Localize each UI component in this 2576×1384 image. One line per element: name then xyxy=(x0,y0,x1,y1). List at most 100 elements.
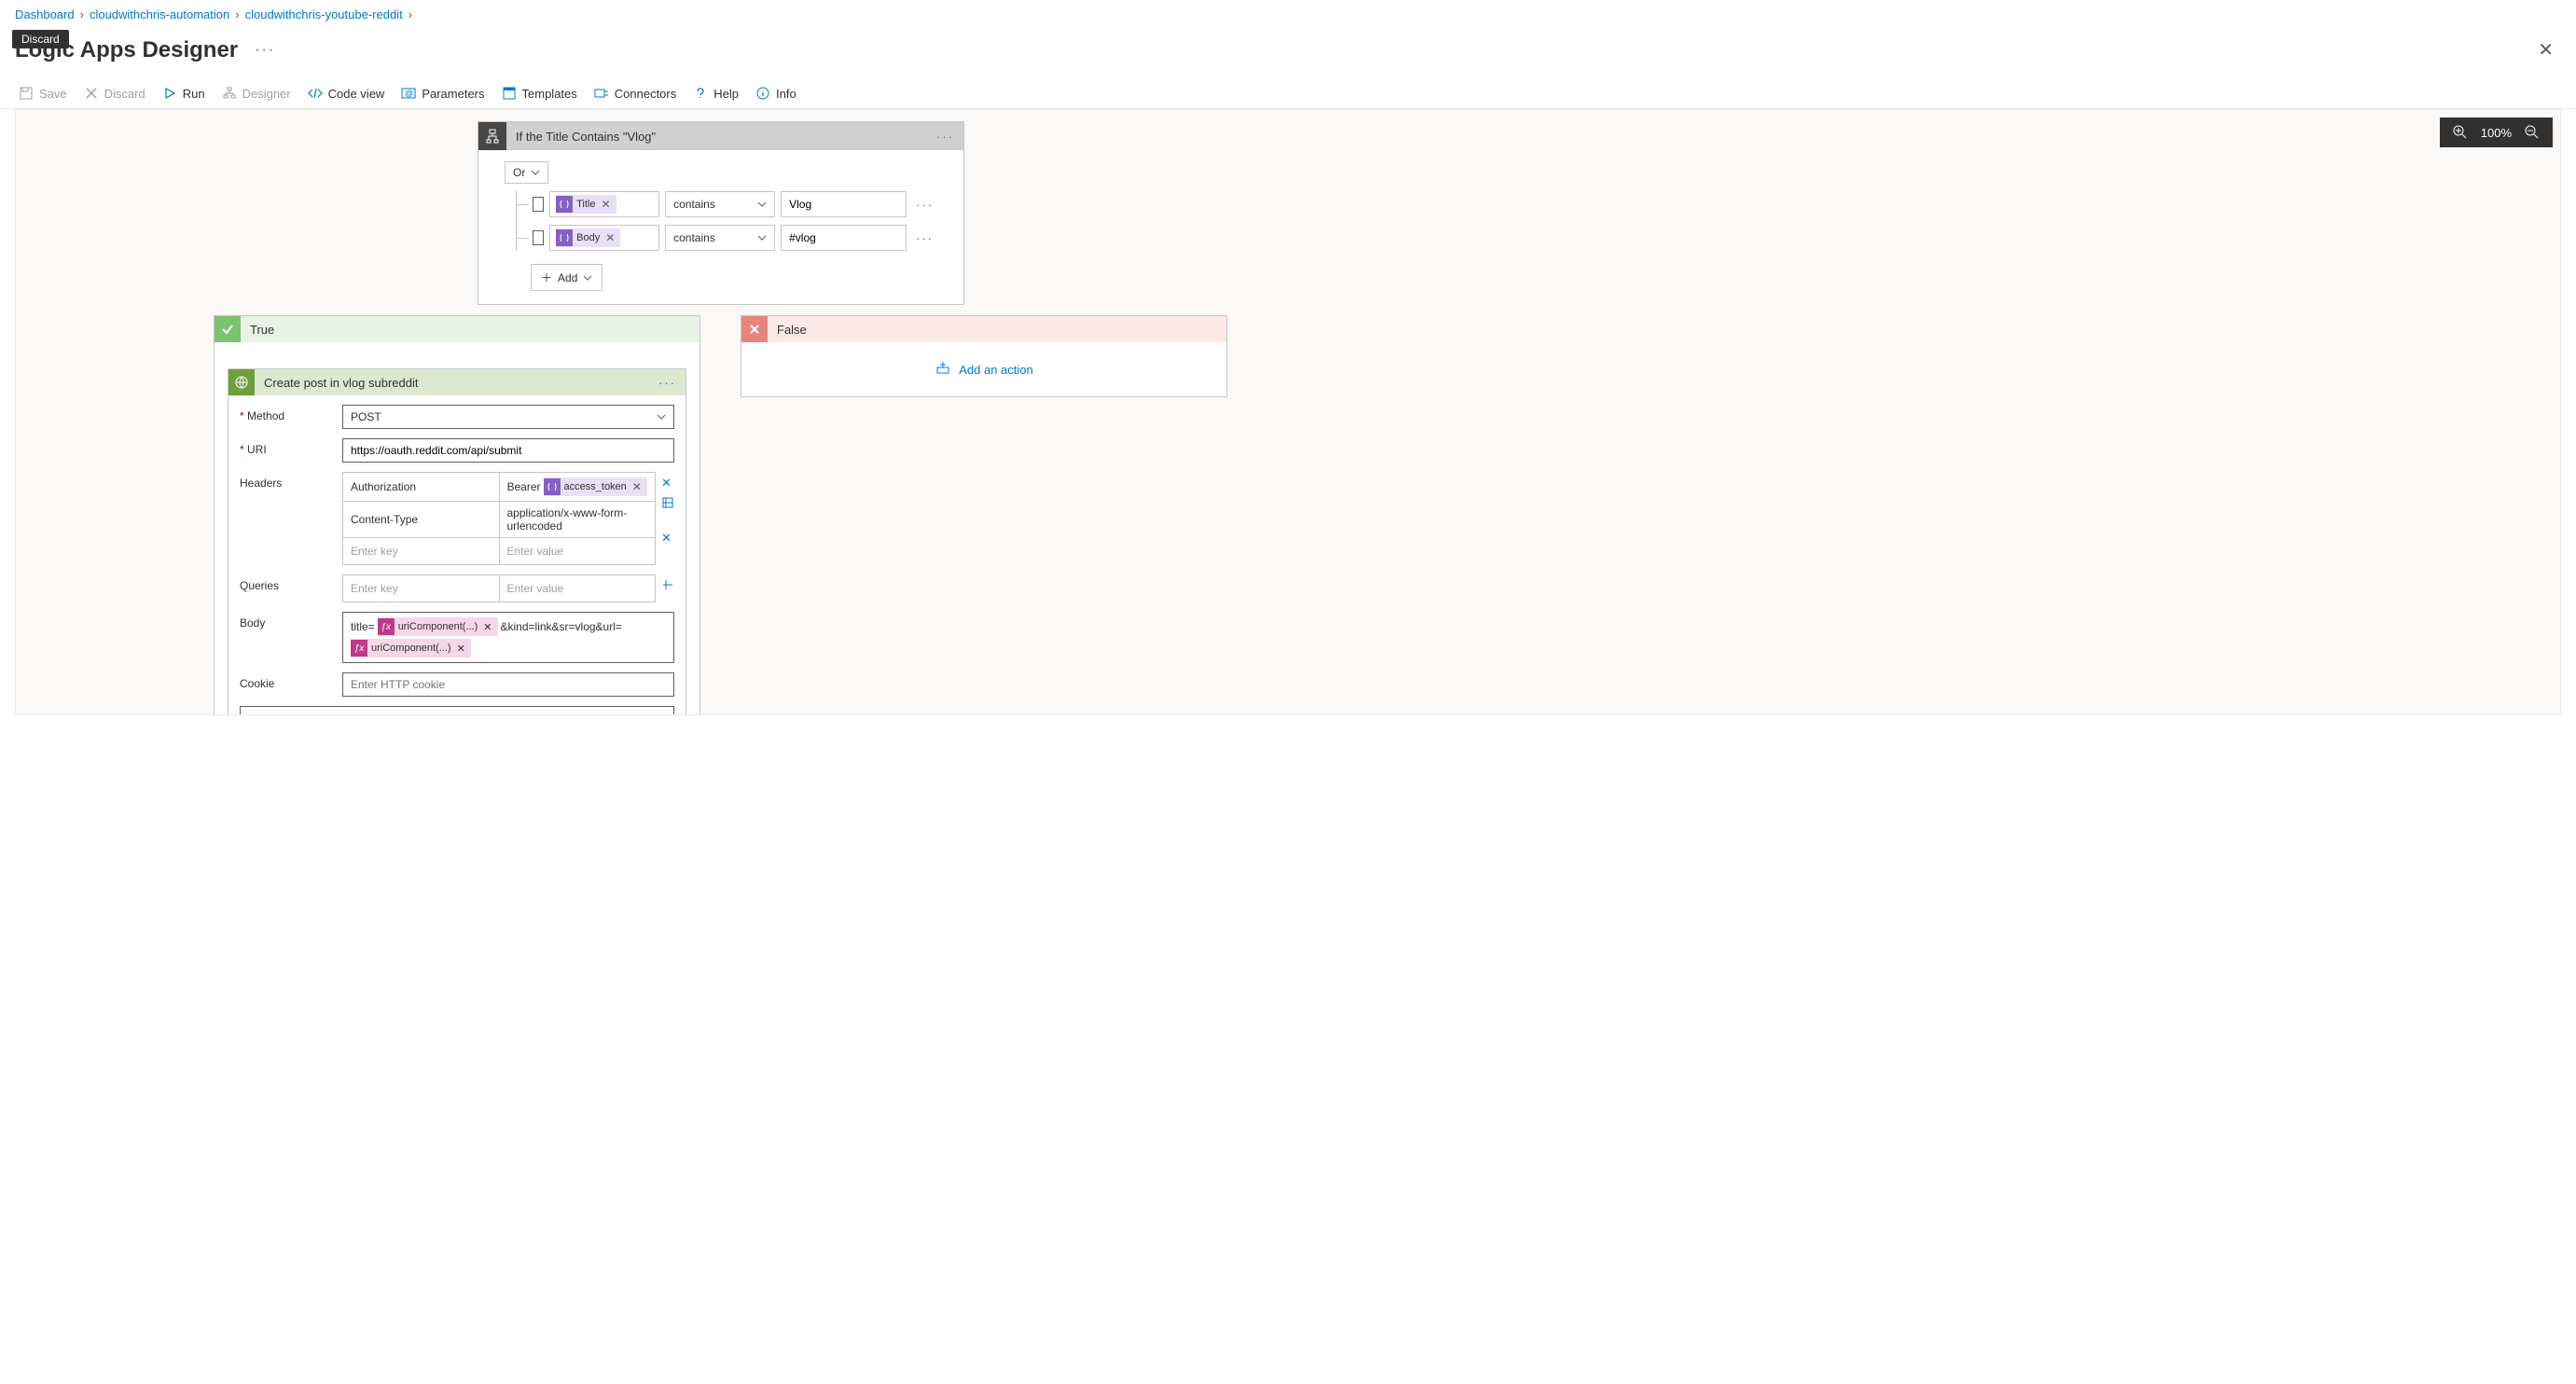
row-menu-icon[interactable]: ··· xyxy=(912,198,937,212)
discard-button[interactable]: Discard xyxy=(84,86,145,101)
connectors-button[interactable]: Connectors xyxy=(594,86,676,101)
queries-label: Queries xyxy=(240,574,342,592)
body-text: title= xyxy=(351,620,375,633)
header-key[interactable]: Authorization xyxy=(343,473,500,501)
true-header: True xyxy=(215,316,699,342)
add-condition-button[interactable]: ＋ Add xyxy=(531,264,602,291)
body-text: &kind=link&sr=vlog&url= xyxy=(501,620,622,633)
header-value-text: Bearer xyxy=(507,480,541,493)
zoom-out-icon[interactable] xyxy=(2525,125,2540,140)
token-icon xyxy=(544,478,561,495)
plus-icon: ＋ xyxy=(541,270,552,285)
info-label: Info xyxy=(776,87,796,101)
fx-icon: ƒx xyxy=(351,640,367,657)
add-parameter-select[interactable]: Add new parameter xyxy=(240,706,674,715)
token-remove-icon[interactable]: ✕ xyxy=(630,480,644,493)
headers-table: Authorization Bearer access_token ✕ xyxy=(342,472,656,565)
token-label: Body xyxy=(576,232,600,243)
false-label: False xyxy=(768,318,816,341)
breadcrumb: Dashboard › cloudwithchris-automation › … xyxy=(0,0,2576,29)
header-key[interactable]: Content-Type xyxy=(343,502,500,537)
header-value[interactable]: Bearer access_token ✕ xyxy=(500,473,656,501)
http-menu-icon[interactable]: ··· xyxy=(649,376,686,390)
operator-select[interactable]: contains xyxy=(665,225,775,251)
zoom-in-icon[interactable] xyxy=(2453,125,2468,140)
header-key-placeholder[interactable]: Enter key xyxy=(343,538,500,564)
info-button[interactable]: Info xyxy=(755,86,796,101)
remove-header-icon[interactable]: ✕ xyxy=(661,531,674,546)
breadcrumb-reddit[interactable]: cloudwithchris-youtube-reddit xyxy=(245,7,403,21)
token-remove-icon[interactable]: ✕ xyxy=(481,621,493,633)
close-icon[interactable]: ✕ xyxy=(2530,35,2561,65)
parameters-icon: @ xyxy=(401,86,416,101)
uri-input[interactable] xyxy=(342,438,674,463)
condition-menu-icon[interactable]: ··· xyxy=(927,130,963,144)
designer-button[interactable]: Designer xyxy=(222,86,291,101)
breadcrumb-dashboard[interactable]: Dashboard xyxy=(15,7,75,21)
token-remove-icon[interactable]: ✕ xyxy=(603,231,616,244)
connectors-icon xyxy=(594,86,609,101)
query-row-empty: Enter key Enter value xyxy=(343,575,655,602)
help-button[interactable]: Help xyxy=(693,86,739,101)
templates-label: Templates xyxy=(522,87,577,101)
help-icon xyxy=(693,86,708,101)
add-action-button[interactable]: Add an action xyxy=(741,342,1226,396)
operand-left[interactable]: Body ✕ xyxy=(549,225,659,251)
expression-token: ƒx uriComponent(...) ✕ xyxy=(378,617,498,636)
token-label: Title xyxy=(576,199,595,210)
value-input[interactable] xyxy=(781,191,907,217)
http-action-card: Create post in vlog subreddit ··· * Meth… xyxy=(228,368,686,715)
method-select[interactable]: POST xyxy=(342,405,674,429)
remove-header-icon[interactable]: ✕ xyxy=(661,476,674,491)
query-key-placeholder[interactable]: Enter key xyxy=(343,575,500,602)
designer-canvas[interactable]: 100% If the Title Contains "Vlog" ··· Or xyxy=(15,109,2561,715)
save-button[interactable]: Save xyxy=(19,86,67,101)
codeview-button[interactable]: Code view xyxy=(308,86,385,101)
templates-button[interactable]: Templates xyxy=(502,86,577,101)
templates-icon xyxy=(502,86,517,101)
token-icon xyxy=(556,196,573,213)
condition-header[interactable]: If the Title Contains "Vlog" ··· xyxy=(478,122,963,150)
operand-left[interactable]: Title ✕ xyxy=(549,191,659,217)
row-checkbox[interactable] xyxy=(533,197,545,212)
condition-row: Body ✕ contains ··· xyxy=(517,225,937,251)
fx-label: uriComponent(...) xyxy=(398,621,478,632)
condition-card: If the Title Contains "Vlog" ··· Or Titl… xyxy=(478,121,964,305)
query-value-placeholder[interactable]: Enter value xyxy=(500,575,656,602)
chevron-down-icon xyxy=(757,200,767,209)
check-icon xyxy=(215,316,241,342)
more-menu-icon[interactable]: ··· xyxy=(255,42,275,59)
breadcrumb-automation[interactable]: cloudwithchris-automation xyxy=(90,7,229,21)
header-value[interactable]: application/x-www-form-urlencoded xyxy=(500,502,656,537)
operator-select[interactable]: contains xyxy=(665,191,775,217)
fx-icon: ƒx xyxy=(378,618,395,635)
condition-group-operator[interactable]: Or xyxy=(505,161,548,184)
row-checkbox[interactable] xyxy=(533,230,545,245)
row-menu-icon[interactable]: ··· xyxy=(912,231,937,245)
cross-icon xyxy=(741,316,768,342)
discard-icon xyxy=(84,86,99,101)
cookie-input[interactable] xyxy=(342,672,674,697)
body-input[interactable]: title= ƒx uriComponent(...) ✕ &kind=link… xyxy=(342,612,674,663)
switch-mode-icon[interactable] xyxy=(661,578,674,594)
operator-label: contains xyxy=(673,231,715,244)
add-label: Add xyxy=(558,271,577,284)
toolbar: Save Discard Run Designer Code view @ Pa… xyxy=(0,78,2576,109)
header-value-placeholder[interactable]: Enter value xyxy=(500,538,656,564)
condition-title: If the Title Contains "Vlog" xyxy=(506,124,927,149)
uri-label: * URI xyxy=(240,438,342,456)
method-value: POST xyxy=(351,410,381,423)
token-label: access_token xyxy=(564,481,627,492)
token-remove-icon[interactable]: ✕ xyxy=(455,643,467,655)
run-button[interactable]: Run xyxy=(162,86,205,101)
parameters-button[interactable]: @ Parameters xyxy=(401,86,484,101)
chevron-down-icon xyxy=(583,273,592,283)
http-action-header[interactable]: Create post in vlog subreddit ··· xyxy=(229,369,686,395)
switch-mode-icon[interactable] xyxy=(661,496,674,512)
false-branch: False Add an action xyxy=(741,315,1227,397)
chevron-down-icon xyxy=(657,412,666,422)
discard-label: Discard xyxy=(104,87,145,101)
value-input[interactable] xyxy=(781,225,907,251)
expression-token: ƒx uriComponent(...) ✕ xyxy=(351,639,471,657)
token-remove-icon[interactable]: ✕ xyxy=(600,198,613,211)
